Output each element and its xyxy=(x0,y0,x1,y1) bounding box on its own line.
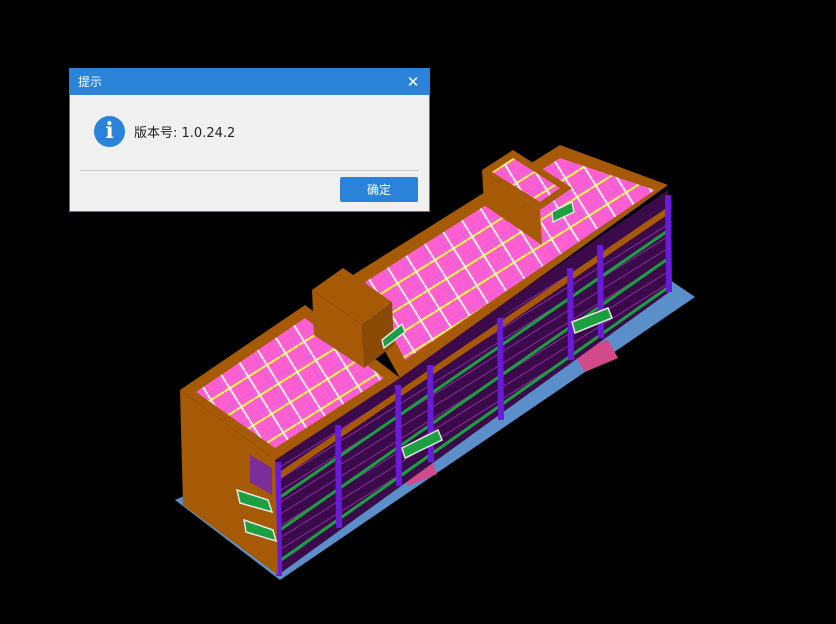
close-icon[interactable]: ✕ xyxy=(403,69,423,95)
dialog-titlebar: 提示 ✕ xyxy=(70,69,429,95)
dialog-title: 提示 xyxy=(78,75,103,89)
version-message: 版本号: 1.0.24.2 xyxy=(134,126,236,141)
ok-button[interactable]: 确定 xyxy=(340,177,418,202)
version-dialog: 提示 ✕ i 版本号: 1.0.24.2 确定 xyxy=(69,68,430,212)
info-icon: i xyxy=(94,116,125,147)
dialog-separator xyxy=(80,170,419,171)
